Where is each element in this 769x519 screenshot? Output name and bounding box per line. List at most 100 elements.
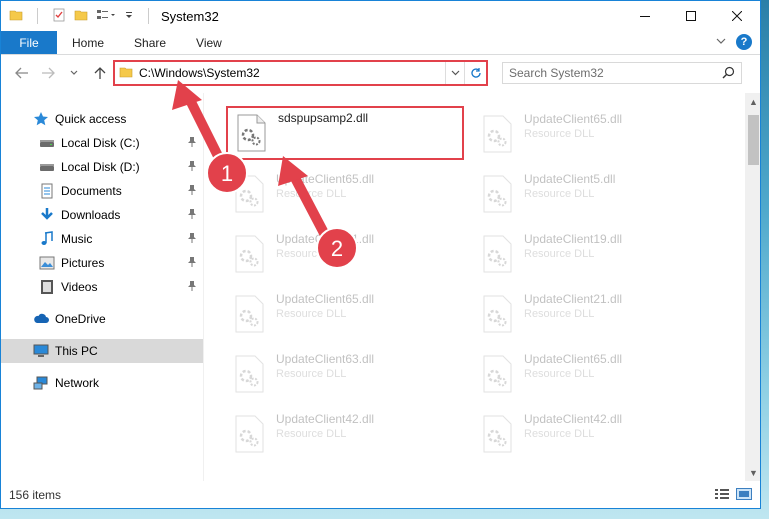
forward-button[interactable] bbox=[37, 62, 59, 84]
sidebar-item-downloads[interactable]: Downloads bbox=[1, 203, 203, 227]
properties-icon[interactable] bbox=[52, 8, 66, 25]
scroll-up-arrow-icon[interactable]: ▲ bbox=[745, 93, 760, 110]
minimize-button[interactable] bbox=[622, 1, 668, 31]
file-item[interactable]: UpdateClient42.dll Resource DLL bbox=[474, 409, 714, 457]
file-item[interactable]: UpdateClient19.dll Resource DLL bbox=[474, 229, 714, 277]
address-path[interactable]: C:\Windows\System32 bbox=[139, 66, 260, 80]
pin-icon[interactable] bbox=[187, 208, 197, 223]
dll-file-icon bbox=[480, 115, 514, 156]
pin-icon[interactable] bbox=[187, 184, 197, 199]
pin-icon[interactable] bbox=[187, 160, 197, 175]
address-field[interactable]: C:\Windows\System32 bbox=[115, 62, 446, 84]
new-folder-icon[interactable] bbox=[74, 8, 88, 25]
file-item[interactable]: UpdateClient21.dll Resource DLL bbox=[474, 289, 714, 337]
view-toggle bbox=[714, 488, 752, 503]
sidebar-item-videos[interactable]: Videos bbox=[1, 275, 203, 299]
expand-ribbon-icon[interactable] bbox=[716, 35, 726, 49]
address-bar[interactable]: C:\Windows\System32 bbox=[113, 60, 488, 86]
sidebar-item-network[interactable]: Network bbox=[1, 371, 203, 395]
content-area: Quick access Local Disk (C:) Local Disk … bbox=[1, 93, 760, 481]
refresh-button[interactable] bbox=[464, 62, 486, 84]
file-type: Resource DLL bbox=[524, 428, 595, 440]
dll-file-icon bbox=[480, 235, 514, 276]
tab-file[interactable]: File bbox=[1, 31, 57, 54]
download-icon bbox=[39, 207, 55, 223]
file-type: Resource DLL bbox=[276, 248, 347, 260]
file-name: UpdateClient65.dll bbox=[524, 112, 623, 126]
pin-icon[interactable] bbox=[187, 232, 197, 247]
sidebar-item-music[interactable]: Music bbox=[1, 227, 203, 251]
scroll-down-arrow-icon[interactable]: ▼ bbox=[745, 464, 760, 481]
file-type: Resource DLL bbox=[276, 428, 347, 440]
file-item[interactable]: UpdateClient65.dll Resource DLL bbox=[226, 289, 466, 337]
pin-icon[interactable] bbox=[187, 256, 197, 271]
search-icon[interactable] bbox=[722, 66, 735, 82]
dll-file-icon bbox=[232, 235, 266, 276]
qat-dropdown-icon[interactable] bbox=[124, 8, 134, 25]
file-type: Resource DLL bbox=[524, 128, 595, 140]
dll-file-icon bbox=[232, 415, 266, 456]
recent-locations-button[interactable] bbox=[63, 62, 85, 84]
tab-home[interactable]: Home bbox=[57, 31, 119, 54]
search-input[interactable]: Search System32 bbox=[502, 62, 742, 84]
sidebar-item-this-pc[interactable]: This PC bbox=[1, 339, 203, 363]
sidebar-item-label: Local Disk (C:) bbox=[61, 136, 140, 150]
music-icon bbox=[39, 231, 55, 247]
quick-access-toolbar bbox=[1, 8, 155, 25]
file-type: Resource DLL bbox=[276, 188, 347, 200]
tab-share[interactable]: Share bbox=[119, 31, 181, 54]
pin-icon[interactable] bbox=[187, 280, 197, 295]
file-type: Resource DLL bbox=[276, 368, 347, 380]
file-name: UpdateClient5.dll bbox=[524, 172, 616, 186]
dll-file-icon bbox=[234, 114, 268, 155]
folder-icon[interactable] bbox=[9, 8, 23, 25]
pin-icon[interactable] bbox=[187, 136, 197, 151]
title-bar: System32 bbox=[1, 1, 760, 31]
dll-file-icon bbox=[480, 415, 514, 456]
large-icons-view-icon[interactable] bbox=[736, 488, 752, 503]
qat-divider bbox=[37, 8, 38, 24]
address-dropdown-button[interactable] bbox=[446, 70, 464, 76]
up-button[interactable] bbox=[89, 62, 111, 84]
sidebar-item-quick-access[interactable]: Quick access bbox=[1, 107, 203, 131]
ribbon-right-controls: ? bbox=[716, 34, 752, 50]
navigation-buttons bbox=[1, 62, 113, 84]
view-menu-icon[interactable] bbox=[96, 8, 116, 25]
file-item-highlighted[interactable]: sdspupsamp2.dll bbox=[226, 106, 464, 160]
sidebar-item-local-disk-d[interactable]: Local Disk (D:) bbox=[1, 155, 203, 179]
vertical-scrollbar[interactable]: ▲ ▼ bbox=[745, 93, 760, 481]
window-controls bbox=[622, 1, 760, 31]
sidebar-item-local-disk-c[interactable]: Local Disk (C:) bbox=[1, 131, 203, 155]
details-view-icon[interactable] bbox=[714, 488, 730, 503]
file-item[interactable]: UpdateClient5.dll Resource DLL bbox=[474, 169, 714, 217]
documents-icon bbox=[39, 183, 55, 199]
file-item[interactable]: UpdateClient63.dll Resource DLL bbox=[226, 349, 466, 397]
sidebar-item-label: Local Disk (D:) bbox=[61, 160, 140, 174]
dll-file-icon bbox=[480, 175, 514, 216]
file-name: UpdateClient65.dll bbox=[276, 292, 375, 306]
file-name: UpdateClient19.dll bbox=[524, 232, 623, 246]
file-item[interactable]: UpdateClient21.dll Resource DLL bbox=[226, 229, 466, 277]
maximize-button[interactable] bbox=[668, 1, 714, 31]
file-item[interactable]: UpdateClient65.dll Resource DLL bbox=[474, 349, 714, 397]
dll-file-icon bbox=[232, 355, 266, 396]
close-button[interactable] bbox=[714, 1, 760, 31]
file-name: UpdateClient21.dll bbox=[276, 232, 375, 246]
sidebar-item-onedrive[interactable]: OneDrive bbox=[1, 307, 203, 331]
file-item[interactable]: UpdateClient65.dll Resource DLL bbox=[474, 109, 714, 157]
file-item[interactable]: UpdateClient65.dll Resource DLL bbox=[226, 169, 466, 217]
file-name: UpdateClient42.dll bbox=[524, 412, 623, 426]
tab-view[interactable]: View bbox=[181, 31, 237, 54]
sidebar-item-label: This PC bbox=[55, 344, 98, 358]
sidebar-item-pictures[interactable]: Pictures bbox=[1, 251, 203, 275]
help-icon[interactable]: ? bbox=[736, 34, 752, 50]
qat-divider bbox=[148, 8, 149, 24]
file-item[interactable]: UpdateClient42.dll Resource DLL bbox=[226, 409, 466, 457]
sidebar-item-label: Downloads bbox=[61, 208, 121, 222]
back-button[interactable] bbox=[11, 62, 33, 84]
sidebar-item-documents[interactable]: Documents bbox=[1, 179, 203, 203]
file-name: UpdateClient21.dll bbox=[524, 292, 623, 306]
dll-file-icon bbox=[232, 295, 266, 336]
scroll-thumb[interactable] bbox=[748, 115, 759, 165]
sidebar-item-label: Quick access bbox=[55, 112, 127, 126]
